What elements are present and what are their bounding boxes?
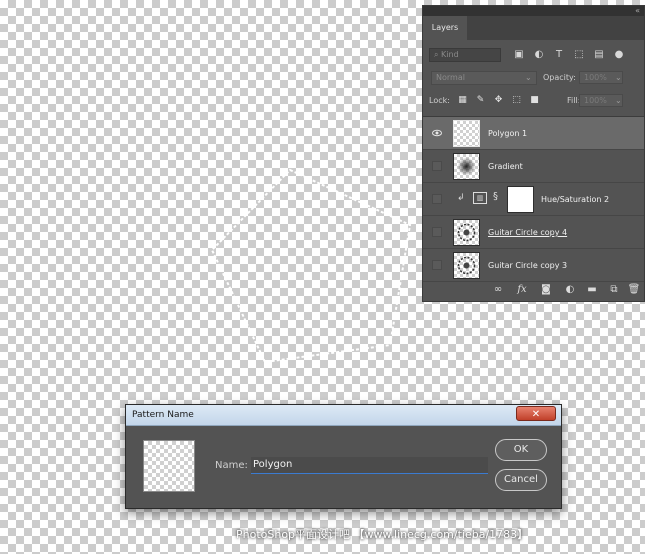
layers-panel-tabbar: « Layers [423, 6, 644, 40]
smart-object-filter-icon[interactable]: ▤ [593, 49, 605, 61]
lock-position-icon[interactable]: ✥ [493, 95, 504, 106]
guitar-circle-icon [457, 223, 476, 242]
close-button[interactable]: ✕ [516, 406, 556, 421]
pixel-filter-icon[interactable]: ▣ [513, 49, 525, 61]
shape-filter-icon[interactable]: ⬚ [573, 49, 585, 61]
layer-row-gradient[interactable]: Gradient [423, 150, 644, 183]
layer-row-guitar-circle-copy-4[interactable]: Guitar Circle copy 4 [423, 216, 644, 249]
lock-all-icon[interactable]: ■ [529, 95, 540, 106]
fill-value: 100% [584, 96, 607, 105]
dialog-titlebar: Pattern Name ✕ [126, 405, 561, 426]
layers-bottom-toolbar: ∞ fx ◙ ◐ ▬ ⧉ 🗑 [423, 278, 644, 302]
tab-layers[interactable]: Layers [423, 16, 467, 40]
lock-transparent-icon[interactable]: ▦ [457, 95, 468, 106]
opacity-label: Opacity: [543, 73, 576, 82]
blend-mode-value: Normal [436, 73, 465, 82]
add-mask-icon[interactable]: ◙ [539, 283, 553, 297]
new-adjustment-icon[interactable]: ◐ [563, 283, 577, 297]
opacity-value: 100% [584, 73, 607, 82]
blend-mode-dropdown[interactable]: Normal [431, 71, 537, 85]
dialog-title: Pattern Name [132, 410, 194, 420]
pattern-name-dialog: Pattern Name ✕ Name: Polygon OK Cancel [125, 404, 562, 509]
adjustment-layer-icon: ▥ [473, 192, 487, 204]
visibility-eye-icon[interactable] [432, 128, 442, 138]
watermark-text: PhotoShop平面设计吧 【www.linecg.com/tieba/178… [236, 528, 529, 541]
kind-filter-label: Kind [441, 50, 459, 59]
blend-row: Normal ⌄ Opacity: 100% ⌄ [429, 71, 640, 87]
cancel-button[interactable]: Cancel [495, 469, 547, 491]
layer-mask-thumbnail [507, 186, 534, 213]
type-filter-icon[interactable]: T [553, 49, 565, 61]
layer-row-polygon-1[interactable]: Polygon 1 [423, 117, 644, 150]
layer-row-hue-saturation-2[interactable]: ↲ ▥ § Hue/Saturation 2 [423, 183, 644, 216]
visibility-toggle[interactable] [432, 161, 442, 171]
fill-chevron-icon[interactable]: ⌄ [615, 94, 622, 108]
layer-thumbnail [453, 252, 480, 279]
lock-row: Lock: ▦ ✎ ✥ ⬚ ■ Fill: 100% ⌄ [429, 94, 640, 110]
panel-top-bar: « [423, 6, 644, 16]
blend-chevron-icon: ⌄ [525, 73, 532, 82]
layer-filter-row: ⌕ Kind ▣ ◐ T ⬚ ▤ ● [429, 48, 640, 64]
opacity-chevron-icon[interactable]: ⌄ [615, 71, 622, 85]
new-group-icon[interactable]: ▬ [585, 283, 599, 297]
adjustment-filter-icon[interactable]: ◐ [533, 49, 545, 61]
pattern-name-input[interactable]: Polygon [251, 457, 488, 474]
layer-name: Gradient [488, 162, 523, 171]
pattern-preview [143, 440, 195, 492]
filter-toggle-icon[interactable]: ● [613, 49, 625, 61]
layer-thumbnail [453, 219, 480, 246]
layer-name: Hue/Saturation 2 [541, 195, 610, 204]
layers-panel: « Layers ⌕ Kind ▣ ◐ T ⬚ ▤ ● Normal ⌄ Opa… [422, 5, 645, 302]
layer-name: Polygon 1 [488, 129, 528, 138]
ok-button[interactable]: OK [495, 439, 547, 461]
visibility-toggle[interactable] [432, 260, 442, 270]
clipping-arrow-icon: ↲ [457, 193, 465, 203]
radial-gradient-icon [457, 157, 476, 176]
lock-artboard-icon[interactable]: ⬚ [511, 95, 522, 106]
visibility-toggle[interactable] [432, 227, 442, 237]
name-label: Name: [215, 460, 248, 471]
kind-filter-dropdown[interactable]: ⌕ Kind [429, 48, 501, 62]
collapse-icon[interactable]: « [635, 6, 640, 16]
layer-thumbnail [453, 153, 480, 180]
layer-name: Guitar Circle copy 4 [488, 228, 568, 237]
lock-label: Lock: [429, 96, 450, 105]
guitar-circle-icon [457, 256, 476, 275]
new-layer-icon[interactable]: ⧉ [607, 283, 621, 297]
fx-icon[interactable]: fx [515, 283, 529, 297]
visibility-toggle[interactable] [432, 194, 442, 204]
chain-link-icon[interactable]: § [493, 191, 498, 202]
link-layers-icon[interactable]: ∞ [491, 283, 505, 297]
delete-layer-icon[interactable]: 🗑 [627, 283, 641, 297]
lock-image-icon[interactable]: ✎ [475, 95, 486, 106]
layer-thumbnail [453, 120, 480, 147]
